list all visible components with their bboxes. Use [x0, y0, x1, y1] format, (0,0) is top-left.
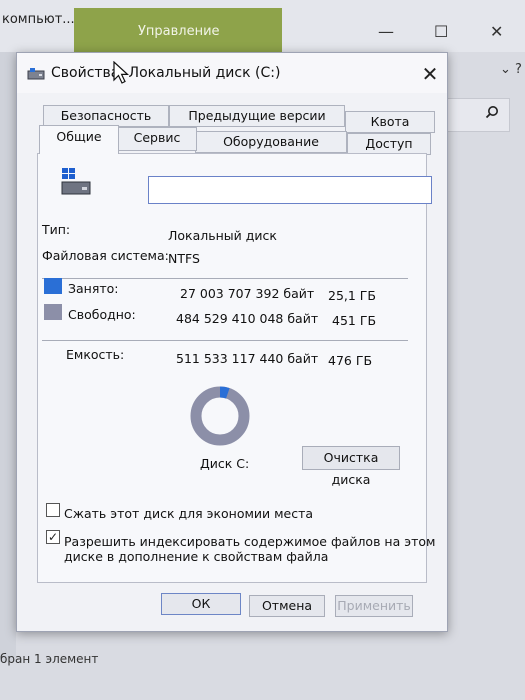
index-label-line1: Разрешить индексировать содержимое файло… — [64, 534, 436, 549]
capacity-label: Емкость: — [66, 347, 125, 362]
tab-quota[interactable]: Квота — [345, 111, 435, 133]
disk-usage-donut — [190, 386, 250, 446]
free-label: Свободно: — [68, 307, 136, 322]
ribbon-tab-manage[interactable]: Управление — [74, 8, 282, 52]
capacity-bytes: 511 533 117 440 байт — [176, 351, 319, 366]
maximize-button[interactable]: ☐ — [434, 22, 448, 41]
dialog-close-button[interactable]: ✕ — [417, 61, 443, 87]
dialog-title: Свойства: Локальный диск (C:) — [51, 65, 281, 81]
properties-dialog: Свойства: Локальный диск (C:) ✕ Безопасн… — [16, 52, 448, 632]
free-space-ring — [190, 386, 250, 446]
free-bytes: 484 529 410 048 байт — [176, 311, 319, 326]
filesystem-label: Файловая система: — [42, 248, 169, 263]
ok-button[interactable]: ОК — [161, 593, 241, 615]
compress-checkbox[interactable] — [46, 503, 60, 517]
tab-tools[interactable]: Сервис — [117, 127, 197, 151]
tab-security[interactable]: Безопасность — [43, 105, 169, 127]
disk-label: Диск C: — [200, 456, 250, 471]
compress-label: Сжать этот диск для экономии места — [64, 506, 314, 521]
explorer-titlebar: компьют... Управление — ☐ ✕ — [0, 0, 525, 52]
navigation-pane[interactable] — [0, 52, 16, 662]
separator — [42, 340, 408, 341]
free-space-swatch — [44, 304, 62, 320]
filesystem-value: NTFS — [168, 251, 200, 266]
checkmark-icon: ✓ — [47, 530, 59, 544]
type-label: Тип: — [42, 222, 71, 237]
drive-name-input[interactable] — [148, 176, 432, 204]
tab-general[interactable]: Общие — [39, 125, 119, 154]
tab-previous-versions[interactable]: Предыдущие версии — [169, 105, 345, 127]
drive-icon — [27, 65, 45, 80]
explorer-breadcrumb[interactable]: компьют... — [2, 12, 75, 27]
free-size: 451 ГБ — [332, 313, 377, 328]
status-bar-text: бран 1 элемент — [0, 652, 99, 666]
tab-hardware[interactable]: Оборудование — [195, 131, 347, 153]
index-label-line2: диске в дополнение к свойствам файла — [64, 549, 329, 564]
search-box[interactable] — [444, 98, 510, 132]
separator — [42, 278, 408, 279]
dialog-titlebar[interactable]: Свойства: Локальный диск (C:) ✕ — [17, 53, 447, 93]
general-tab-panel: Тип: Локальный диск Файловая система: NT… — [37, 153, 435, 583]
cancel-button[interactable]: Отмена — [249, 595, 325, 617]
used-label: Занято: — [68, 281, 119, 296]
type-value: Локальный диск — [168, 228, 277, 243]
index-checkbox[interactable]: ✓ — [46, 530, 60, 544]
close-window-button[interactable]: ✕ — [490, 22, 503, 41]
used-space-swatch — [44, 278, 62, 294]
disk-cleanup-button[interactable]: Очистка диска — [302, 446, 400, 487]
minimize-button[interactable]: — — [378, 22, 394, 41]
mouse-cursor-icon — [113, 60, 130, 85]
expand-ribbon-icon[interactable]: ⌄ ? — [500, 62, 522, 77]
search-icon — [485, 105, 499, 123]
used-bytes: 27 003 707 392 байт — [180, 286, 315, 301]
used-size: 25,1 ГБ — [328, 288, 377, 303]
capacity-size: 476 ГБ — [328, 353, 373, 368]
tab-sharing[interactable]: Доступ — [347, 133, 431, 155]
apply-button[interactable]: Применить — [335, 595, 413, 617]
hard-drive-icon — [60, 168, 92, 196]
ribbon-tab-label: Управление — [138, 24, 220, 39]
